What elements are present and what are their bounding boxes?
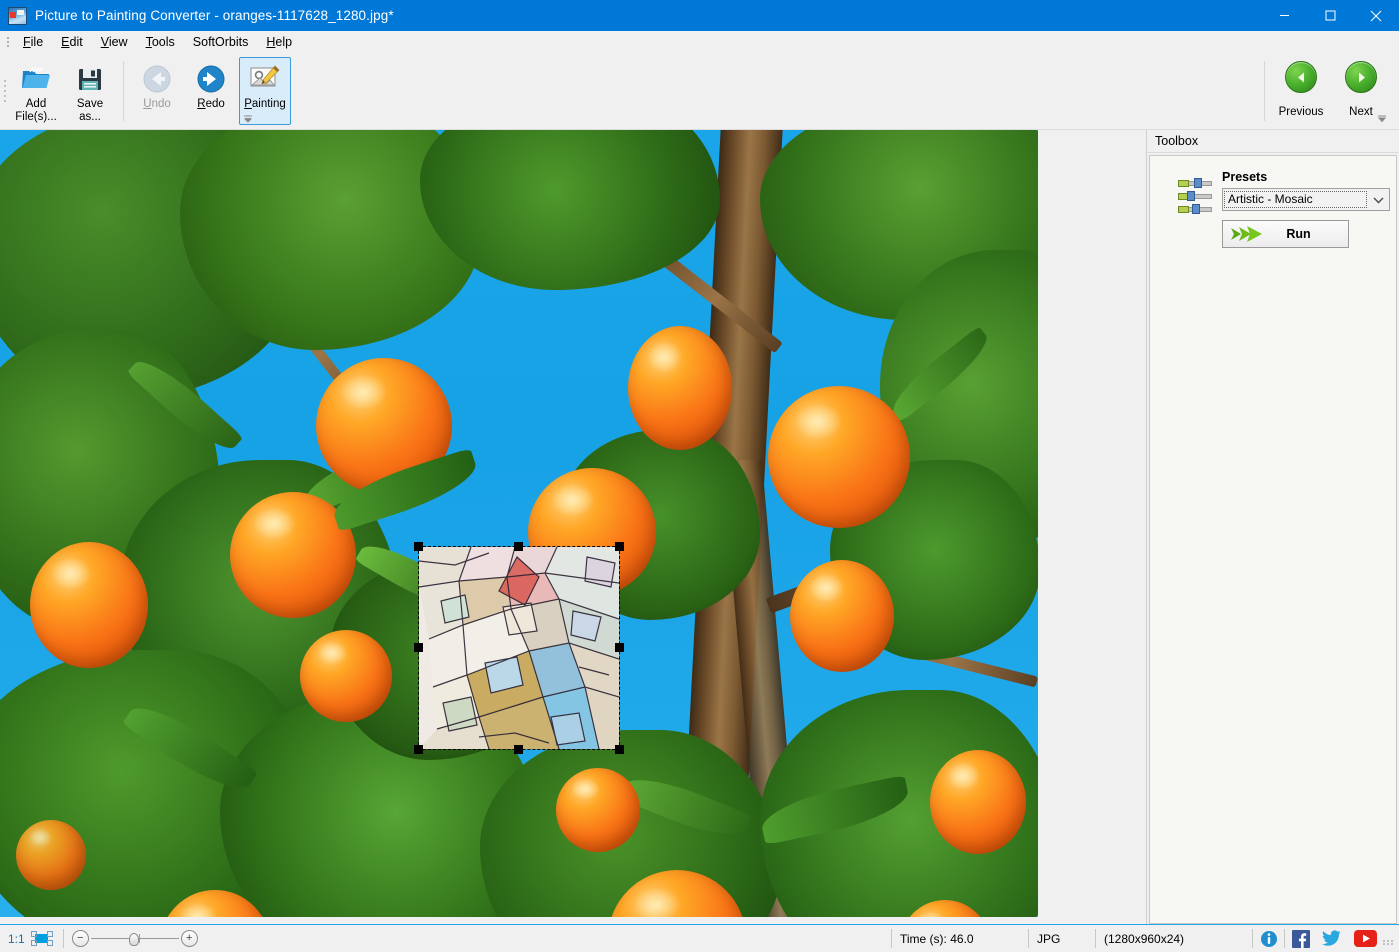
resize-handle-n[interactable] (514, 542, 523, 551)
menu-edit[interactable]: Edit (52, 33, 92, 51)
undo-button[interactable]: Undo (131, 57, 183, 125)
previous-arrow-icon (1285, 61, 1317, 93)
floppy-disk-icon (77, 64, 103, 94)
zoom-in-button[interactable]: + (180, 930, 198, 947)
menu-drag-handle[interactable] (4, 34, 11, 50)
orange-fruit (768, 386, 910, 528)
zoom-slider-tick (138, 934, 140, 943)
menu-file[interactable]: FFileile (14, 33, 52, 51)
zoom-slider-track[interactable] (90, 933, 179, 946)
resize-handle-se[interactable] (615, 745, 624, 754)
orange-fruit (30, 542, 148, 668)
info-icon[interactable] (1259, 929, 1278, 948)
selection-outline (418, 546, 620, 750)
redo-label: Redo (197, 98, 225, 110)
save-as-button[interactable]: Save as... (64, 57, 116, 125)
previous-button[interactable]: Previous (1271, 53, 1331, 129)
fit-to-screen-icon[interactable] (30, 931, 53, 946)
orange-fruit (790, 560, 894, 672)
zoom-out-button[interactable]: − (71, 930, 89, 947)
resize-handle-w[interactable] (414, 643, 423, 652)
image-dimensions: (1280x960x24) (1104, 931, 1185, 946)
toolbar-drag-handle[interactable] (0, 53, 9, 129)
toolbox-panel: Toolbox Presets Artistic - Mosaic Run (1146, 130, 1399, 924)
menu-bar: FFileile Edit View Tools SoftOrbits Help (0, 31, 1399, 53)
sliders-icon (1178, 178, 1212, 214)
resize-grip[interactable] (1383, 932, 1396, 945)
file-format: JPG (1037, 931, 1061, 946)
resize-handle-e[interactable] (615, 643, 624, 652)
status-separator-5 (1252, 929, 1253, 948)
previous-label: Previous (1278, 106, 1324, 118)
green-arrow-icon (1229, 224, 1265, 247)
workspace: Toolbox Presets Artistic - Mosaic Run (0, 130, 1399, 924)
zoom-ratio: 1:1 (8, 931, 25, 946)
open-folder-icon (21, 64, 51, 94)
zoom-slider[interactable]: − + (71, 930, 198, 947)
minimize-button[interactable] (1261, 0, 1307, 31)
status-separator-6 (1284, 929, 1285, 948)
close-button[interactable] (1353, 0, 1399, 31)
menu-help[interactable]: Help (257, 33, 301, 51)
menu-softorbits[interactable]: SoftOrbits (184, 33, 258, 51)
orange-fruit (556, 768, 640, 852)
resize-handle-nw[interactable] (414, 542, 423, 551)
next-label: Next (1349, 106, 1373, 118)
facebook-icon[interactable] (1291, 929, 1310, 948)
toolbar-navigation-group: Previous Next (1258, 53, 1391, 129)
title-bar: Picture to Painting Converter - oranges-… (0, 0, 1399, 31)
presets-control-group: Presets Artistic - Mosaic Run (1222, 170, 1390, 248)
youtube-icon[interactable] (1353, 929, 1377, 948)
painting-label: Painting (244, 98, 286, 110)
app-icon (8, 6, 27, 25)
twitter-icon[interactable] (1322, 929, 1341, 948)
maximize-button[interactable] (1307, 0, 1353, 31)
photo-oranges-on-tree[interactable] (0, 130, 1038, 917)
undo-label: Undo (143, 98, 171, 110)
redo-arrow-icon (196, 64, 226, 94)
chevron-down-icon[interactable] (1368, 190, 1389, 209)
toolbar-overflow-button[interactable] (240, 111, 256, 125)
menu-view[interactable]: View (92, 33, 137, 51)
resize-handle-ne[interactable] (615, 542, 624, 551)
status-bar: 1:1 − + Time (s): 46.0 JPG (1280x960x24) (0, 924, 1399, 952)
orange-fruit (628, 326, 732, 450)
add-files-button[interactable]: Add File(s)... (10, 57, 62, 125)
status-separator-1 (62, 929, 64, 948)
next-arrow-icon (1345, 61, 1377, 93)
resize-handle-s[interactable] (514, 745, 523, 754)
undo-arrow-icon (142, 64, 172, 94)
save-as-label: Save as... (76, 98, 104, 123)
zoom-slider-thumb[interactable] (128, 933, 139, 946)
orange-fruit (930, 750, 1026, 854)
toolbox-content: Presets Artistic - Mosaic Run (1149, 155, 1397, 924)
window-controls (1261, 0, 1399, 31)
presets-selected-value: Artistic - Mosaic (1224, 191, 1367, 208)
orange-fruit (16, 820, 86, 890)
presets-label: Presets (1222, 170, 1268, 184)
main-toolbar: Add File(s)... Save as... Undo Redo Pain… (0, 53, 1399, 130)
processing-time: Time (s): 46.0 (900, 931, 974, 946)
toolbar-separator-1 (123, 61, 124, 121)
application-window: Picture to Painting Converter - oranges-… (0, 0, 1399, 952)
image-canvas[interactable] (0, 130, 1146, 924)
window-title: Picture to Painting Converter - oranges-… (35, 8, 394, 23)
presets-row: Presets Artistic - Mosaic Run (1156, 170, 1390, 248)
toolbox-header: Toolbox (1147, 130, 1399, 153)
run-button[interactable]: Run (1222, 220, 1349, 248)
toolbar-separator-2 (1264, 61, 1265, 121)
add-files-label: Add File(s)... (15, 98, 57, 123)
selection-rectangle[interactable] (414, 542, 624, 754)
menu-tools[interactable]: Tools (137, 33, 184, 51)
painting-icon (249, 64, 281, 94)
presets-dropdown[interactable]: Artistic - Mosaic (1222, 188, 1390, 211)
orange-fruit (300, 630, 392, 722)
resize-handle-sw[interactable] (414, 745, 423, 754)
toolbar-right-overflow-button[interactable] (1375, 111, 1389, 125)
redo-button[interactable]: Redo (185, 57, 237, 125)
